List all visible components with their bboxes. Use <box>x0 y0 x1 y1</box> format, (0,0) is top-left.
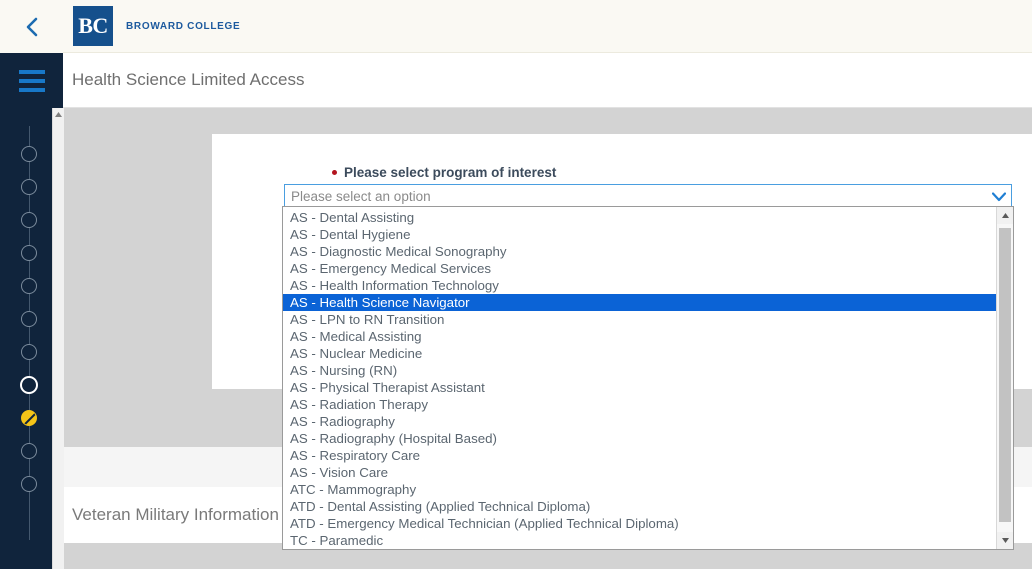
program-option[interactable]: AS - Health Information Technology <box>283 277 996 294</box>
program-option[interactable]: AS - Vision Care <box>283 464 996 481</box>
back-button[interactable] <box>0 0 63 53</box>
program-option[interactable]: AS - Physical Therapist Assistant <box>283 379 996 396</box>
program-field-label: Please select program of interest <box>344 165 557 180</box>
dropdown-scroll-down-arrow[interactable] <box>997 532 1013 549</box>
hamburger-bar <box>18 78 45 83</box>
stepper-step-3[interactable] <box>21 212 37 228</box>
top-bar: BC BROWARD COLLEGE <box>0 0 1032 53</box>
stepper-step-7[interactable] <box>21 344 37 360</box>
program-option[interactable]: AS - Emergency Medical Services <box>283 260 996 277</box>
dropdown-scroll-up-arrow[interactable] <box>997 207 1013 224</box>
program-option[interactable]: AS - Health Science Navigator <box>283 294 996 311</box>
stepper-step-5[interactable] <box>21 278 37 294</box>
program-option[interactable]: AS - Radiation Therapy <box>283 396 996 413</box>
bc-logo-mark: BC <box>73 6 113 46</box>
page-title: Health Science Limited Access <box>72 70 305 89</box>
stepper-step-2[interactable] <box>21 179 37 195</box>
brand-name-text: BROWARD COLLEGE <box>126 20 241 32</box>
hamburger-bar <box>18 87 45 92</box>
stepper-step-9-warning[interactable] <box>21 410 37 426</box>
program-option[interactable]: AS - Nuclear Medicine <box>283 345 996 362</box>
stepper-step-11[interactable] <box>21 476 37 492</box>
program-option[interactable]: ATD - Emergency Medical Technician (Appl… <box>283 515 996 532</box>
hamburger-bar <box>18 69 45 74</box>
program-select-placeholder: Please select an option <box>291 188 431 204</box>
page-scrollbar[interactable] <box>52 108 64 569</box>
stepper-step-6[interactable] <box>21 311 37 327</box>
dropdown-scrollbar-thumb[interactable] <box>999 228 1011 522</box>
program-option[interactable]: AS - Radiography <box>283 413 996 430</box>
program-option[interactable]: AS - Nursing (RN) <box>283 362 996 379</box>
program-option[interactable]: AS - Dental Hygiene <box>283 226 996 243</box>
page-scrollbar-up-arrow[interactable] <box>53 108 64 120</box>
program-option[interactable]: AS - Medical Assisting <box>283 328 996 345</box>
stepper-step-8-active[interactable] <box>20 376 38 394</box>
required-indicator-icon <box>332 170 337 175</box>
brand-logo: BC BROWARD COLLEGE <box>73 6 240 46</box>
page-title-bar: Health Science Limited Access <box>63 53 1032 108</box>
program-option[interactable]: AS - Dental Assisting <box>283 209 996 226</box>
chevron-left-icon <box>24 16 40 38</box>
program-select-input[interactable]: Please select an option <box>284 184 1012 208</box>
chevron-down-icon[interactable] <box>991 189 1007 207</box>
program-option[interactable]: ATD - Dental Assisting (Applied Technica… <box>283 498 996 515</box>
dropdown-scrollbar[interactable] <box>996 207 1013 549</box>
program-option[interactable]: AS - Respiratory Care <box>283 447 996 464</box>
program-option[interactable]: AS - Radiography (Hospital Based) <box>283 430 996 447</box>
program-option[interactable]: TC - Paramedic <box>283 532 996 549</box>
hamburger-menu-icon[interactable] <box>0 53 63 109</box>
veteran-section-heading: Veteran Military Information <box>72 505 279 524</box>
program-option[interactable]: ATC - Mammography <box>283 481 996 498</box>
stepper-step-10[interactable] <box>21 443 37 459</box>
program-option[interactable]: AS - Diagnostic Medical Sonography <box>283 243 996 260</box>
program-option-list[interactable]: AS - Dental Assisting AS - Dental Hygiene… <box>283 207 996 549</box>
program-option[interactable]: AS - LPN to RN Transition <box>283 311 996 328</box>
program-select-dropdown[interactable]: AS - Dental Assisting AS - Dental Hygiene… <box>282 206 1014 550</box>
program-field-label-row: Please select program of interest <box>332 165 556 180</box>
stepper-step-4[interactable] <box>21 245 37 261</box>
stepper-step-1[interactable] <box>21 146 37 162</box>
